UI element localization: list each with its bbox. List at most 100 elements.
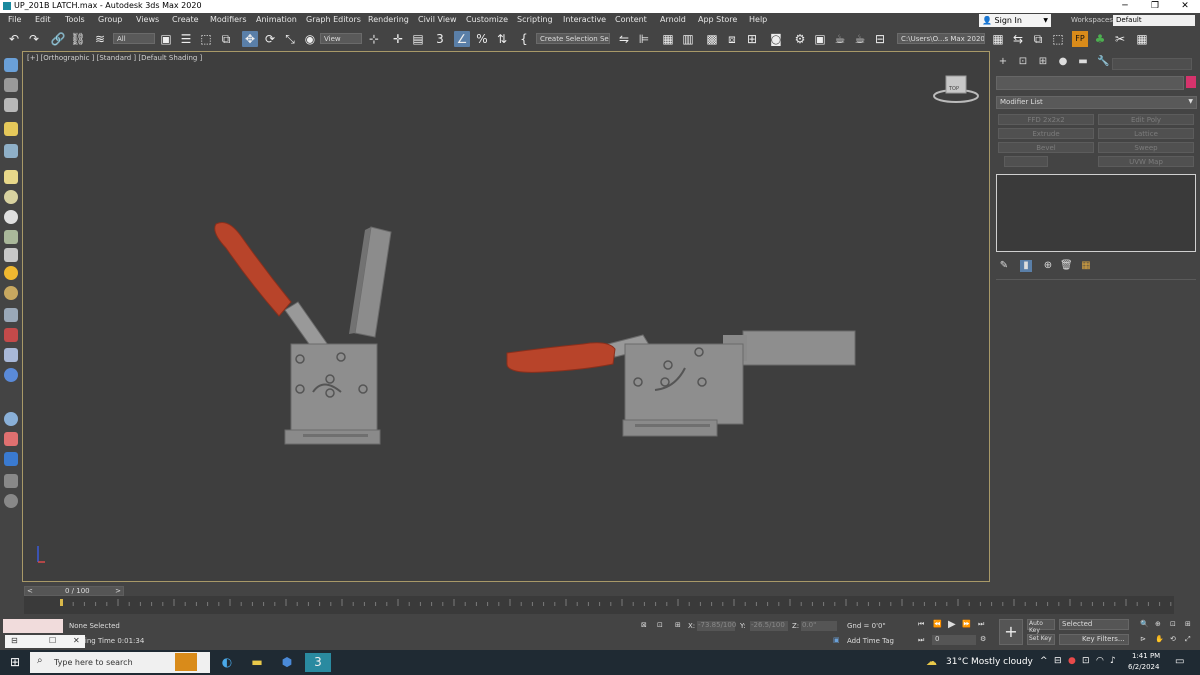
next-frame-icon[interactable]: ⏩ (962, 620, 971, 628)
edge-icon[interactable]: ◐ (214, 653, 240, 672)
viewcube[interactable]: TOP (933, 75, 979, 103)
time-slider-prev[interactable]: < (27, 587, 33, 595)
place-icon[interactable]: ◉ (302, 31, 318, 47)
sign-in-dropdown[interactable]: 👤 Sign In ▼ (979, 14, 1051, 27)
menu-file[interactable]: File (8, 15, 21, 24)
material-sphere-icon[interactable] (4, 412, 18, 426)
motion-tab-icon[interactable]: ● (1057, 56, 1069, 68)
maxscript-listener[interactable] (3, 619, 63, 633)
current-frame-field[interactable]: 0 (932, 635, 976, 645)
tray-network-icon[interactable]: ⊡ (1082, 656, 1090, 666)
tray-volume-icon[interactable]: ♪ (1110, 656, 1116, 666)
track-bar[interactable] (24, 596, 1183, 614)
hierarchy-tab-icon[interactable]: ⊞ (1037, 56, 1049, 68)
save-icon[interactable] (4, 98, 18, 112)
forest-pack-icon[interactable]: FP (1072, 31, 1088, 47)
display-tab-icon[interactable]: ▬ (1077, 56, 1089, 68)
globe-icon[interactable] (4, 368, 18, 382)
menu-civil-view[interactable]: Civil View (418, 15, 457, 24)
mountain-icon[interactable] (4, 348, 18, 362)
close-icon[interactable]: ✕ (73, 636, 80, 645)
taskbar-search-box[interactable]: ⌕ Type here to search (30, 652, 210, 673)
key-filters-button[interactable]: Key Filters... (1059, 634, 1129, 645)
field-of-view-icon[interactable]: ⊳ (1140, 635, 1146, 643)
render-production-icon[interactable]: ☕ (832, 31, 848, 47)
modifier-empty-button[interactable] (1004, 156, 1048, 167)
make-unique-icon[interactable]: ⊕ (1042, 260, 1054, 272)
time-slider-next[interactable]: > (115, 587, 121, 595)
render-in-cloud-icon[interactable]: ⊟ (872, 31, 888, 47)
modify-tab-icon[interactable]: ⊡ (1017, 56, 1029, 68)
modifier-ffd-button[interactable]: FFD 2x2x2 (998, 114, 1094, 125)
project-folder-icon[interactable]: ▦ (990, 31, 1006, 47)
tray-chevron-icon[interactable]: ^ (1040, 656, 1048, 666)
taskbar-clock-date[interactable]: 6/2/2024 (1128, 663, 1159, 671)
modifier-sweep-button[interactable]: Sweep (1098, 142, 1194, 153)
clamp-closed-model[interactable] (506, 330, 856, 437)
cloud-icon[interactable] (4, 78, 18, 92)
rotate-icon[interactable]: ⟳ (262, 31, 278, 47)
scene-converter-icon[interactable]: ⇆ (1010, 31, 1026, 47)
light-icon[interactable] (4, 122, 18, 136)
minimize-button[interactable]: ─ (1110, 0, 1140, 13)
layer-explorer-icon[interactable]: ▥ (680, 31, 696, 47)
modifier-extrude-button[interactable]: Extrude (998, 128, 1094, 139)
render-iterative-icon[interactable]: ☕ (852, 31, 868, 47)
add-time-tag[interactable]: Add Time Tag (847, 637, 894, 645)
target-icon[interactable] (4, 286, 18, 300)
redo-icon[interactable]: ↷ (26, 31, 42, 47)
grid-icon[interactable] (4, 308, 18, 322)
move-icon[interactable]: ✥ (242, 31, 258, 47)
3ds-max-taskbar-icon[interactable]: 3 (305, 653, 331, 672)
brush-icon[interactable] (4, 328, 18, 342)
reference-coord-dropdown[interactable]: View (320, 33, 362, 44)
sun-icon[interactable] (4, 266, 18, 280)
play-icon[interactable]: ▶ (948, 619, 956, 630)
show-end-result-icon[interactable]: ▮ (1020, 260, 1032, 272)
snap-toggle-icon[interactable]: 3 (432, 31, 448, 47)
named-selection-dropdown[interactable]: Create Selection Se (536, 33, 610, 44)
menu-graph-editors[interactable]: Graph Editors (306, 15, 361, 24)
modifier-stack-list[interactable] (996, 174, 1196, 252)
utilities-tab-icon[interactable]: 🔧 (1097, 56, 1109, 68)
modifier-list-dropdown[interactable]: Modifier List ▼ (996, 96, 1197, 109)
bind-spacewarp-icon[interactable]: ≋ (92, 31, 108, 47)
menu-content[interactable]: Content (615, 15, 647, 24)
absolute-mode-icon[interactable]: ⊞ (675, 621, 681, 629)
align-icon[interactable]: ⊫ (636, 31, 652, 47)
unlink-icon[interactable]: ⛓ (70, 31, 86, 47)
angle-snap-icon[interactable]: ∠ (454, 31, 470, 47)
go-to-start-icon[interactable]: ⏮ (918, 620, 924, 629)
menu-arnold[interactable]: Arnold (660, 15, 686, 24)
time-config-icon[interactable]: ⚙ (980, 635, 986, 643)
modifier-lattice-button[interactable]: Lattice (1098, 128, 1194, 139)
grid-toolbox-icon[interactable]: ▦ (1134, 31, 1150, 47)
modifier-uvw-map-button[interactable]: UVW Map (1098, 156, 1194, 167)
set-key-big-button[interactable]: + (999, 619, 1023, 645)
keyboard-shortcut-icon[interactable]: ▤ (410, 31, 426, 47)
create-tab-icon[interactable]: + (997, 56, 1009, 68)
help-icon[interactable] (4, 494, 18, 508)
weather-icon[interactable]: ☁ (926, 655, 937, 668)
scene-explorer-icon[interactable]: ▦ (660, 31, 676, 47)
menu-scripting[interactable]: Scripting (517, 15, 553, 24)
teapot-icon[interactable] (4, 190, 18, 204)
lock-selection-icon[interactable]: ⊠ (641, 621, 647, 629)
scale-icon[interactable]: ⤡ (282, 31, 298, 47)
render-setup-icon[interactable]: ⚙ (792, 31, 808, 47)
isolate-icon[interactable]: ⊡ (657, 621, 663, 629)
z-coord-field[interactable]: 0.0" (801, 621, 837, 631)
viewport-orthographic[interactable]: [+] [Orthographic ] [Standard ] [Default… (22, 51, 990, 582)
time-slider[interactable]: < 0 / 100 > (24, 586, 124, 596)
maximize-viewport-icon[interactable]: ⤢ (1185, 635, 1191, 644)
railclone-icon[interactable]: ♣ (1092, 31, 1108, 47)
pin-stack-icon[interactable]: ✎ (998, 260, 1010, 272)
schematic-view-icon[interactable]: ⊞ (744, 31, 760, 47)
menu-modifiers[interactable]: Modifiers (210, 15, 247, 24)
select-object-icon[interactable]: ▣ (158, 31, 174, 47)
auto-key-button[interactable]: Auto Key (1027, 619, 1055, 634)
percent-snap-icon[interactable]: % (474, 31, 490, 47)
pan-icon[interactable]: ✋ (1155, 635, 1164, 643)
zoom-extents-icon[interactable]: ⊡ (1170, 620, 1176, 628)
tools-icon[interactable]: ✂ (1112, 31, 1128, 47)
